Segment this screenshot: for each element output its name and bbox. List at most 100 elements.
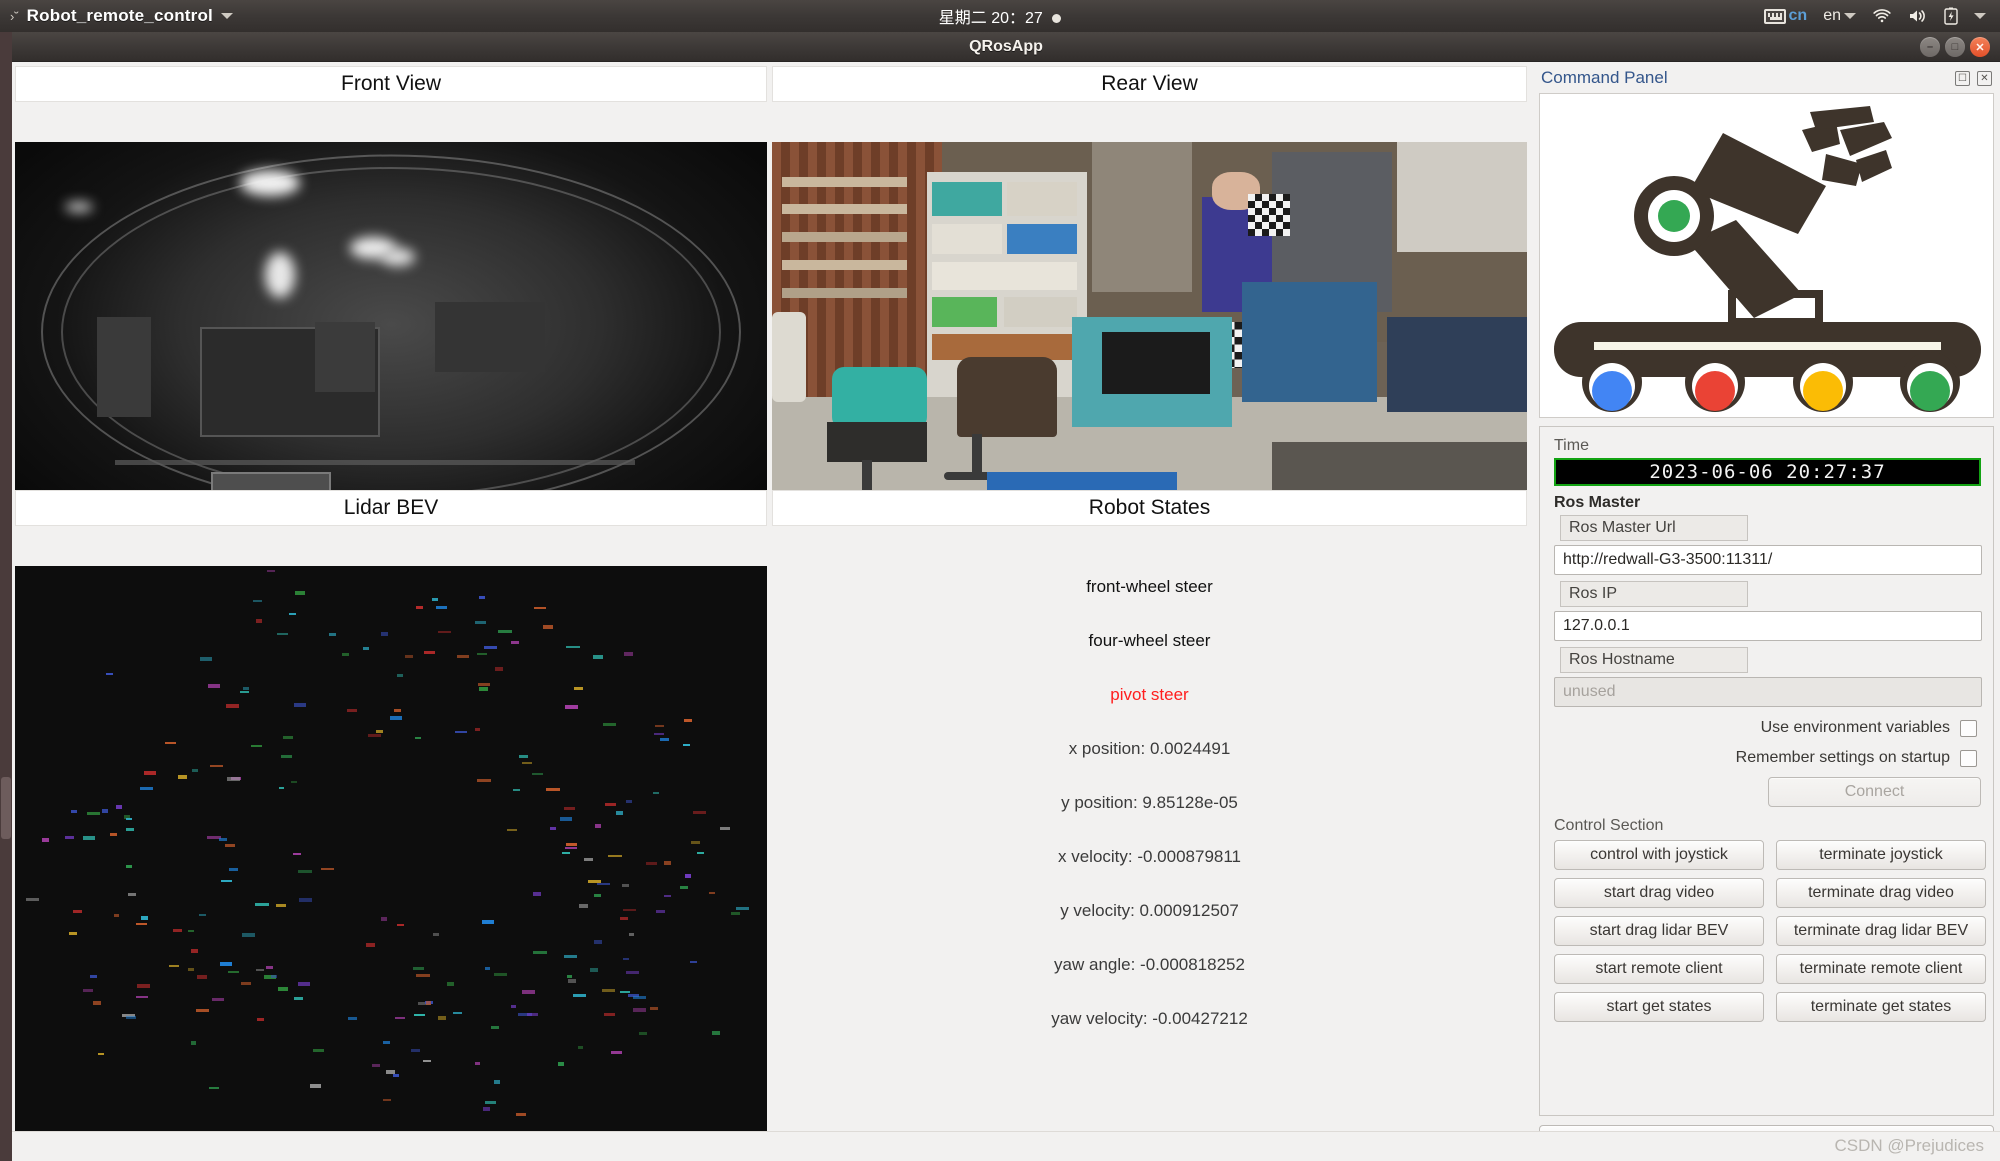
lidar-point	[546, 788, 560, 791]
maximize-icon: □	[1945, 37, 1965, 57]
keyboard-layout-indicator[interactable]: cn	[1764, 7, 1808, 25]
lidar-point	[65, 836, 74, 839]
connect-button[interactable]: Connect	[1768, 777, 1981, 807]
terminate-drag-video-button[interactable]: terminate drag video	[1776, 878, 1986, 908]
dock-buttons: ☐ ✕	[1955, 71, 1992, 86]
window-title-bar[interactable]: QRosApp – □ ✕	[12, 32, 2000, 62]
system-top-bar: ›˘ Robot_remote_control 星期二 20：27 cn en	[0, 0, 2000, 32]
lidar-point	[438, 1016, 446, 1020]
session-menu-chevron-down-icon[interactable]	[1974, 13, 1986, 19]
start-get-states-button[interactable]: start get states	[1554, 992, 1764, 1022]
input-method-indicator[interactable]: en	[1823, 7, 1856, 25]
close-button[interactable]: ✕	[1970, 37, 1990, 57]
control-with-joystick-button[interactable]: control with joystick	[1554, 840, 1764, 870]
lidar-point	[660, 738, 669, 741]
chevron-down-icon[interactable]	[221, 13, 233, 19]
lidar-point	[93, 1001, 101, 1005]
lidar-point	[278, 987, 288, 991]
lidar-point	[594, 940, 602, 944]
battery-charging-icon[interactable]	[1944, 7, 1958, 25]
state-y-position: y position: 9.85128e-05	[1061, 776, 1238, 830]
command-panel-titlebar[interactable]: Command Panel ☐ ✕	[1535, 63, 1998, 93]
lidar-point	[664, 895, 671, 897]
lidar-point	[483, 1107, 490, 1111]
lidar-point	[584, 858, 593, 861]
ros-hostname-input[interactable]: unused	[1554, 677, 1982, 707]
lidar-point	[712, 1031, 720, 1035]
lidar-point	[447, 982, 454, 986]
use-environment-variables-row[interactable]: Use environment variables	[1554, 713, 1981, 743]
lidar-point	[229, 868, 238, 871]
ros-master-url-input[interactable]: http://redwall-G3-3500:11311/	[1554, 545, 1982, 575]
maximize-button[interactable]: □	[1945, 37, 1965, 57]
minimize-button[interactable]: –	[1920, 37, 1940, 57]
lidar-point	[414, 1014, 425, 1016]
lidar-point	[423, 1060, 431, 1062]
volume-icon[interactable]	[1908, 8, 1928, 24]
lidar-point	[228, 971, 239, 973]
terminate-remote-client-button[interactable]: terminate remote client	[1776, 954, 1986, 984]
launcher-scroll-handle[interactable]	[1, 777, 11, 839]
lidar-point	[516, 1113, 526, 1116]
lidar-point	[416, 974, 430, 977]
close-icon: ✕	[1970, 37, 1990, 57]
terminate-joystick-button[interactable]: terminate joystick	[1776, 840, 1986, 870]
lidar-point	[479, 596, 485, 599]
lidar-point	[629, 933, 634, 936]
lidar-point	[197, 975, 207, 979]
lidar-point	[102, 809, 108, 813]
lidar-point	[136, 996, 148, 998]
lidar-point	[255, 903, 269, 906]
start-remote-client-button[interactable]: start remote client	[1554, 954, 1764, 984]
remember-settings-row[interactable]: Remember settings on startup	[1554, 743, 1981, 773]
lidar-point	[475, 621, 486, 624]
lidar-point	[212, 998, 224, 1001]
rear-view-camera-image[interactable]	[772, 142, 1527, 522]
lidar-point	[116, 805, 122, 809]
start-drag-lidar-bev-button[interactable]: start drag lidar BEV	[1554, 916, 1764, 946]
lidar-point	[226, 704, 239, 708]
undock-icon[interactable]: ☐	[1955, 71, 1970, 86]
keyboard-icon	[1764, 9, 1786, 24]
lidar-point	[457, 655, 469, 658]
ros-master-url-label: Ros Master Url	[1560, 515, 1748, 541]
lidar-point	[83, 989, 93, 992]
lidar-point	[376, 730, 383, 733]
lidar-point	[693, 811, 706, 814]
lidar-point	[395, 1017, 405, 1019]
ros-hostname-label: Ros Hostname	[1560, 647, 1748, 673]
lidar-point	[196, 1009, 209, 1012]
use-environment-variables-checkbox[interactable]	[1960, 720, 1977, 737]
lidar-point	[90, 975, 97, 978]
unity-launcher-strip[interactable]	[0, 32, 12, 1161]
use-environment-variables-label: Use environment variables	[1761, 719, 1950, 737]
lidar-point	[257, 1018, 264, 1021]
wifi-icon[interactable]	[1872, 8, 1892, 24]
lidar-point	[620, 917, 628, 920]
application-window: QRosApp – □ ✕ Front View	[12, 32, 2000, 1161]
lidar-point	[513, 789, 520, 791]
lidar-point	[126, 828, 134, 831]
lidar-point	[620, 991, 630, 993]
ros-ip-input[interactable]: 127.0.0.1	[1554, 611, 1982, 641]
lidar-point	[560, 817, 572, 821]
terminate-get-states-button[interactable]: terminate get states	[1776, 992, 1986, 1022]
clock-day: 星期二	[939, 10, 987, 27]
lidar-point	[291, 781, 297, 783]
remember-settings-checkbox[interactable]	[1960, 750, 1977, 767]
terminate-drag-lidar-bev-button[interactable]: terminate drag lidar BEV	[1776, 916, 1986, 946]
lidar-point	[558, 1062, 564, 1066]
lidar-bev-point-cloud[interactable]	[15, 566, 767, 1151]
front-view-camera-image[interactable]	[15, 142, 767, 522]
lidar-point	[277, 633, 288, 635]
rear-view-title: Rear View	[772, 66, 1527, 102]
system-clock[interactable]: 星期二 20：27	[0, 4, 2000, 28]
command-panel-dock: Command Panel ☐ ✕	[1535, 63, 1998, 1131]
lidar-point	[484, 646, 497, 649]
lidar-point	[604, 1013, 615, 1016]
lidar-point	[383, 1041, 390, 1044]
lidar-point	[623, 909, 636, 911]
close-icon[interactable]: ✕	[1977, 71, 1992, 86]
start-drag-video-button[interactable]: start drag video	[1554, 878, 1764, 908]
app-menu-title[interactable]: Robot_remote_control	[27, 6, 213, 26]
